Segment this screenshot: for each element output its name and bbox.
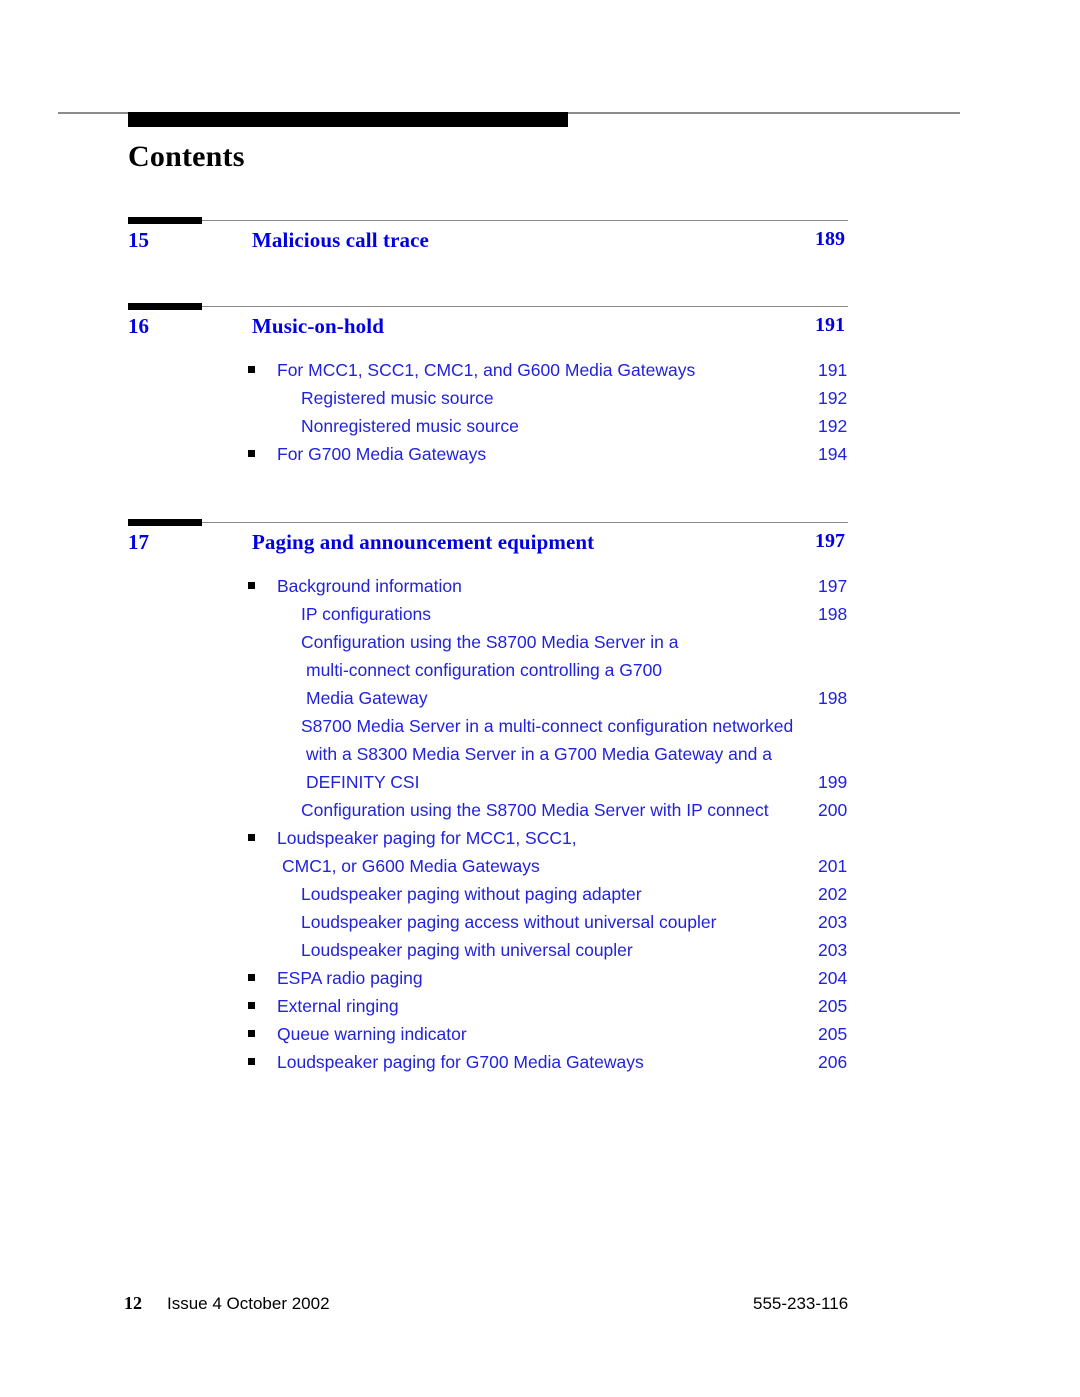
- chapter-number: 17: [128, 530, 149, 554]
- toc-entry-page-number: 202: [818, 884, 848, 904]
- chapter-rule-thick: [128, 217, 202, 224]
- chapter-divider-rule: [0, 292, 1080, 314]
- toc-entry-label[interactable]: Loudspeaker paging without paging adapte…: [301, 880, 642, 908]
- toc-entry-page-number: 205: [818, 996, 848, 1016]
- toc-entry-page-number: 205: [818, 1024, 848, 1044]
- toc-entry-page-number: 204: [818, 968, 848, 988]
- chapter-page-number: 191: [815, 314, 845, 336]
- bullet-square-icon: [248, 834, 255, 841]
- bullet-square-icon: [248, 450, 255, 457]
- chapter-heading[interactable]: 17 Paging and announcement equipment 197: [0, 530, 1080, 572]
- bullet-square-icon: [248, 1002, 255, 1009]
- chapter-title[interactable]: Music-on-hold: [252, 314, 384, 339]
- toc-entry-label[interactable]: Nonregistered music source: [301, 412, 519, 440]
- document-page: Contents 15 Malicious call trace 189 16 Musi…: [0, 0, 1080, 1397]
- toc-entry-page-number: 198: [818, 604, 848, 624]
- toc-entry-page-number: 206: [818, 1052, 848, 1072]
- footer-issue-date: Issue 4 October 2002: [167, 1294, 330, 1313]
- toc-entry-page-number: 198: [818, 688, 848, 708]
- toc-entry-page-number: 199: [818, 772, 848, 792]
- toc-entry-label[interactable]: IP configurations: [301, 600, 431, 628]
- toc-chapter: 16 Music-on-hold 191 For MCC1, SCC1, CMC1, …: [0, 292, 1080, 508]
- chapter-rule-thin: [128, 522, 848, 523]
- chapter-rule-thick: [128, 303, 202, 310]
- toc-entry[interactable]: IP configurations 198: [0, 600, 1080, 628]
- toc-entry[interactable]: Loudspeaker paging for G700 Media Gatewa…: [0, 1048, 1080, 1076]
- chapter-divider-rule: [0, 206, 1080, 228]
- page-title: Contents: [128, 140, 245, 173]
- toc-entry-label[interactable]: Background information: [277, 572, 462, 600]
- toc-entry-label[interactable]: Configuration using the S8700 Media Serv…: [301, 796, 769, 824]
- toc-entry[interactable]: Loudspeaker paging for MCC1, SCC1, CMC1, …: [0, 824, 1080, 880]
- toc-entry-label[interactable]: For G700 Media Gateways: [277, 440, 486, 468]
- toc-entry-page-number: 194: [818, 444, 848, 464]
- chapter-entry-list: For MCC1, SCC1, CMC1, and G600 Media Gat…: [0, 356, 1080, 468]
- toc-entry-page-number: 191: [818, 360, 848, 380]
- toc-entry-label[interactable]: Loudspeaker paging for G700 Media Gatewa…: [277, 1048, 644, 1076]
- bullet-square-icon: [248, 582, 255, 589]
- toc-chapter: 15 Malicious call trace 189: [0, 206, 1080, 292]
- chapter-page-number: 197: [815, 530, 845, 552]
- chapter-rule-thin: [128, 220, 848, 221]
- toc-entry-page-number: 197: [818, 576, 848, 596]
- toc-entry-page-number: 203: [818, 912, 848, 932]
- toc-entry[interactable]: Queue warning indicator 205: [0, 1020, 1080, 1048]
- toc-entry-page-number: 200: [818, 800, 848, 820]
- toc-entry[interactable]: Configuration using the S8700 Media Serv…: [0, 628, 1080, 712]
- chapter-title[interactable]: Malicious call trace: [252, 228, 429, 253]
- toc-entry-label[interactable]: Registered music source: [301, 384, 494, 412]
- toc-entry[interactable]: Loudspeaker paging access without univer…: [0, 908, 1080, 936]
- toc-entry-label[interactable]: Loudspeaker paging access without univer…: [301, 908, 716, 936]
- toc-entry-page-number: 203: [818, 940, 848, 960]
- toc-entry[interactable]: Nonregistered music source 192: [0, 412, 1080, 440]
- toc-entry[interactable]: Background information 197: [0, 572, 1080, 600]
- toc-entry-label[interactable]: Configuration using the S8700 Media Serv…: [301, 628, 678, 712]
- toc-entry-label[interactable]: External ringing: [277, 992, 399, 1020]
- toc-entry[interactable]: For MCC1, SCC1, CMC1, and G600 Media Gat…: [0, 356, 1080, 384]
- toc-entry-label[interactable]: For MCC1, SCC1, CMC1, and G600 Media Gat…: [277, 356, 695, 384]
- toc-entry[interactable]: Registered music source 192: [0, 384, 1080, 412]
- toc-entry[interactable]: Loudspeaker paging with universal couple…: [0, 936, 1080, 964]
- toc-entry[interactable]: ESPA radio paging 204: [0, 964, 1080, 992]
- chapter-heading[interactable]: 16 Music-on-hold 191: [0, 314, 1080, 356]
- chapter-heading[interactable]: 15 Malicious call trace 189: [0, 228, 1080, 270]
- chapter-rule-thin: [128, 306, 848, 307]
- chapter-entry-list: Background information 197 IP configuratio…: [0, 572, 1080, 1076]
- toc-entry-page-number: 192: [818, 416, 848, 436]
- toc-entry-label[interactable]: S8700 Media Server in a multi-connect co…: [301, 712, 793, 796]
- header-black-bar: [128, 112, 568, 127]
- footer-document-number: 555-233-116: [753, 1294, 849, 1313]
- toc-entry[interactable]: S8700 Media Server in a multi-connect co…: [0, 712, 1080, 796]
- toc-entry-page-number: 192: [818, 388, 848, 408]
- bullet-square-icon: [248, 366, 255, 373]
- toc-entry[interactable]: Configuration using the S8700 Media Serv…: [0, 796, 1080, 824]
- chapter-rule-thick: [128, 519, 202, 526]
- page-footer: 12 Issue 4 October 2002 555-233-116: [0, 1293, 1080, 1321]
- toc-entry[interactable]: External ringing 205: [0, 992, 1080, 1020]
- toc-entry-label[interactable]: Queue warning indicator: [277, 1020, 467, 1048]
- toc-entry-label[interactable]: Loudspeaker paging with universal couple…: [301, 936, 633, 964]
- bullet-square-icon: [248, 974, 255, 981]
- footer-page-number: 12: [124, 1293, 142, 1313]
- toc-entry[interactable]: Loudspeaker paging without paging adapte…: [0, 880, 1080, 908]
- chapter-spacer: [0, 468, 1080, 508]
- chapter-spacer: [0, 270, 1080, 292]
- chapter-divider-rule: [0, 508, 1080, 530]
- chapter-number: 16: [128, 314, 149, 338]
- toc-entry-label[interactable]: ESPA radio paging: [277, 964, 423, 992]
- chapter-spacer: [0, 1076, 1080, 1116]
- toc-entry[interactable]: For G700 Media Gateways 194: [0, 440, 1080, 468]
- toc-chapter: 17 Paging and announcement equipment 197 Ba…: [0, 508, 1080, 1116]
- toc-entry-label[interactable]: Loudspeaker paging for MCC1, SCC1, CMC1, …: [277, 824, 577, 880]
- table-of-contents: 15 Malicious call trace 189 16 Music-on-hold…: [0, 206, 1080, 1116]
- chapter-page-number: 189: [815, 228, 845, 250]
- chapter-title[interactable]: Paging and announcement equipment: [252, 530, 594, 555]
- bullet-square-icon: [248, 1058, 255, 1065]
- chapter-number: 15: [128, 228, 149, 252]
- bullet-square-icon: [248, 1030, 255, 1037]
- toc-entry-page-number: 201: [818, 856, 848, 876]
